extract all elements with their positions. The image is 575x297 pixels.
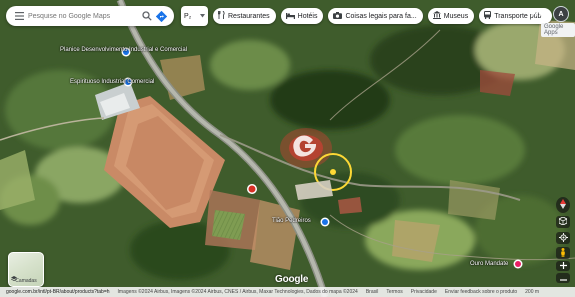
chip-hotels[interactable]: Hotéis [280,8,324,24]
layers-label: Camadas [15,278,37,284]
minus-icon [559,274,567,283]
plus-icon [559,261,567,271]
camera-icon [333,11,343,21]
bed-icon [285,12,295,21]
scale-label: 200 m [525,289,540,295]
google-logo: Google [275,274,309,285]
my-location-button[interactable] [556,232,570,244]
view-toggle-label: P₂ [184,12,192,20]
compass-icon [560,199,566,211]
locate-icon [558,232,568,244]
view-toggle[interactable]: P₂ [181,6,208,26]
map-label-poi4[interactable]: Ouro Mandate [470,261,508,268]
chip-museums[interactable]: Museus [427,8,475,24]
chip-label: Coisas legais para fa... [345,12,417,20]
map-label-poi2[interactable]: Espirituoso Industrial Comercial [70,79,154,86]
compass-button[interactable] [556,197,570,213]
menu-icon[interactable] [12,9,26,23]
cube-3d-icon [558,216,568,227]
directions-icon[interactable] [154,9,168,23]
3d-toggle[interactable] [556,216,570,228]
zoom-in-button[interactable] [556,261,570,271]
map-label-poi3[interactable]: Tião Pedreiros [272,218,311,225]
chip-label: Restaurantes [228,12,270,20]
chip-restaurants[interactable]: Restaurantes [213,8,276,24]
footer-link-terms[interactable]: Termos [386,289,402,295]
layers-button[interactable]: Camadas [8,252,44,287]
zoom-out-button[interactable] [556,273,570,283]
apps-grid-icon[interactable] [531,9,543,21]
footer-link-privacy[interactable]: Privacidade [411,289,437,295]
museum-icon [432,11,441,21]
fork-knife-icon [217,10,225,21]
category-chips: Restaurantes Hotéis Coisas legais para f… [213,8,553,24]
account-avatar[interactable]: A [553,6,569,22]
chevron-down-icon [200,13,205,20]
chip-label: Museus [443,12,469,20]
footer-bar: google.com.br/intl/pt-BR/about/products?… [0,287,575,297]
bus-icon [484,11,492,21]
google-apps-tooltip: Google Apps [541,23,575,37]
chip-label: Hotéis [297,12,318,20]
satellite-map[interactable] [0,0,575,297]
pegman-button[interactable] [556,247,570,259]
search-box[interactable] [6,6,174,26]
chip-things-to-do[interactable]: Coisas legais para fa... [328,8,423,24]
attribution: Imagens ©2024 Airbus, Imagens ©2024 Airb… [117,289,358,295]
pegman-icon [560,247,566,259]
footer-link-country[interactable]: Brasil [366,289,379,295]
map-label-poi1[interactable]: Planice Desenvolvimento Industrial e Com… [60,47,187,54]
footer-link-feedback[interactable]: Enviar feedback sobre o produto [445,289,517,295]
search-icon[interactable] [140,9,154,23]
status-url: google.com.br/intl/pt-BR/about/products?… [6,289,110,295]
search-input[interactable] [26,12,140,20]
